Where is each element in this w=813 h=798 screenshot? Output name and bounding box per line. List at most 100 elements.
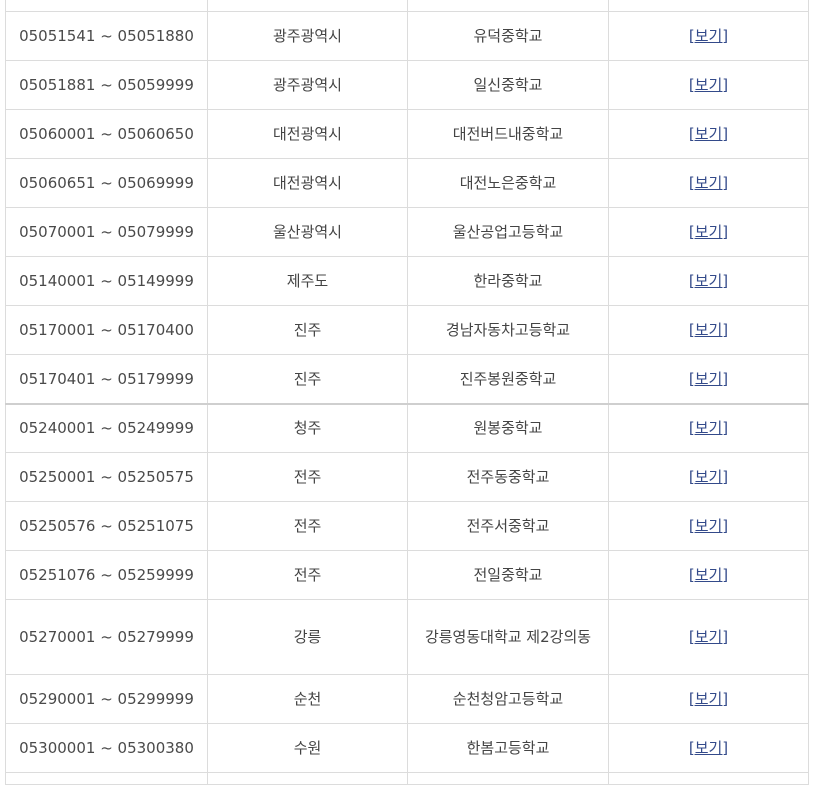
view-link[interactable]: [보기] [689,321,728,339]
region-cell: 제주도 [207,256,408,306]
table-row: 05270001 ~ 05279999 강릉 강릉영동대학교 제2강의동 [보기… [5,599,809,675]
school-cell: 순천청암고등학교 [407,674,609,724]
view-link[interactable]: [보기] [689,370,728,388]
region-cell: 대전광역시 [207,109,408,159]
school-cell: 전주서중학교 [407,501,609,551]
serial-range-cell: 05250576 ~ 05251075 [5,501,208,551]
serial-range-cell: 05300001 ~ 05300380 [5,723,208,773]
view-cell: [보기] [608,11,809,61]
view-link[interactable]: [보기] [689,468,728,486]
table-cell [5,772,208,785]
table-row: 05170001 ~ 05170400 진주 경남자동차고등학교 [보기] [5,305,809,355]
school-cell: 한라중학교 [407,256,609,306]
view-link[interactable]: [보기] [689,27,728,45]
serial-range-cell: 05170401 ~ 05179999 [5,354,208,405]
region-cell: 광주광역시 [207,11,408,61]
serial-range-table: 05051541 ~ 05051880 광주광역시 유덕중학교 [보기] 050… [5,0,809,785]
view-link[interactable]: [보기] [689,739,728,757]
school-cell: 전일중학교 [407,550,609,600]
view-link[interactable]: [보기] [689,223,728,241]
view-cell: [보기] [608,550,809,600]
school-cell: 울산공업고등학교 [407,207,609,257]
table-row: 05060651 ~ 05069999 대전광역시 대전노은중학교 [보기] [5,158,809,208]
school-cell: 대전노은중학교 [407,158,609,208]
serial-range-cell: 05051881 ~ 05059999 [5,60,208,110]
table-row: 05300001 ~ 05300380 수원 한봄고등학교 [보기] [5,723,809,773]
region-cell: 진주 [207,305,408,355]
view-link[interactable]: [보기] [689,419,728,437]
view-link[interactable]: [보기] [689,174,728,192]
table-row: 05250001 ~ 05250575 전주 전주동중학교 [보기] [5,452,809,502]
table-row: 05060001 ~ 05060650 대전광역시 대전버드내중학교 [보기] [5,109,809,159]
table-row: 05051881 ~ 05059999 광주광역시 일신중학교 [보기] [5,60,809,110]
region-cell: 전주 [207,452,408,502]
view-link[interactable]: [보기] [689,125,728,143]
view-link[interactable]: [보기] [689,566,728,584]
serial-range-cell: 05140001 ~ 05149999 [5,256,208,306]
view-cell: [보기] [608,403,809,453]
view-cell: [보기] [608,207,809,257]
table-row: 05170401 ~ 05179999 진주 진주봉원중학교 [보기] [5,354,809,405]
view-cell: [보기] [608,723,809,773]
school-cell: 강릉영동대학교 제2강의동 [407,599,609,675]
view-cell: [보기] [608,158,809,208]
region-cell: 청주 [207,403,408,453]
table-row: 05140001 ~ 05149999 제주도 한라중학교 [보기] [5,256,809,306]
view-link[interactable]: [보기] [689,76,728,94]
region-cell: 대전광역시 [207,158,408,208]
serial-range-cell: 05060001 ~ 05060650 [5,109,208,159]
view-link[interactable]: [보기] [689,690,728,708]
table-row-partial-bottom [5,772,809,785]
view-cell: [보기] [608,256,809,306]
region-cell: 전주 [207,550,408,600]
school-cell: 대전버드내중학교 [407,109,609,159]
view-cell: [보기] [608,674,809,724]
serial-range-cell: 05060651 ~ 05069999 [5,158,208,208]
serial-range-table-container: 05051541 ~ 05051880 광주광역시 유덕중학교 [보기] 050… [0,0,813,798]
table-row: 05240001 ~ 05249999 청주 원봉중학교 [보기] [5,403,809,453]
table-cell [407,772,609,785]
serial-range-cell: 05070001 ~ 05079999 [5,207,208,257]
table-cell [207,772,408,785]
view-cell: [보기] [608,305,809,355]
serial-range-cell: 05250001 ~ 05250575 [5,452,208,502]
view-cell: [보기] [608,109,809,159]
table-row: 05290001 ~ 05299999 순천 순천청암고등학교 [보기] [5,674,809,724]
view-link[interactable]: [보기] [689,517,728,535]
school-cell: 경남자동차고등학교 [407,305,609,355]
table-cell [5,0,208,12]
school-cell: 유덕중학교 [407,11,609,61]
school-cell: 한봄고등학교 [407,723,609,773]
view-cell: [보기] [608,501,809,551]
serial-range-cell: 05051541 ~ 05051880 [5,11,208,61]
serial-range-cell: 05290001 ~ 05299999 [5,674,208,724]
table-cell [207,0,408,12]
view-link[interactable]: [보기] [689,272,728,290]
table-row: 05051541 ~ 05051880 광주광역시 유덕중학교 [보기] [5,11,809,61]
view-cell: [보기] [608,599,809,675]
table-row: 05070001 ~ 05079999 울산광역시 울산공업고등학교 [보기] [5,207,809,257]
view-cell: [보기] [608,452,809,502]
view-link[interactable]: [보기] [689,628,728,646]
serial-range-cell: 05270001 ~ 05279999 [5,599,208,675]
serial-range-cell: 05170001 ~ 05170400 [5,305,208,355]
region-cell: 강릉 [207,599,408,675]
region-cell: 진주 [207,354,408,405]
region-cell: 전주 [207,501,408,551]
view-cell: [보기] [608,60,809,110]
region-cell: 광주광역시 [207,60,408,110]
region-cell: 울산광역시 [207,207,408,257]
table-row: 05250576 ~ 05251075 전주 전주서중학교 [보기] [5,501,809,551]
school-cell: 일신중학교 [407,60,609,110]
region-cell: 순천 [207,674,408,724]
table-row: 05251076 ~ 05259999 전주 전일중학교 [보기] [5,550,809,600]
table-row-partial-top [5,0,809,12]
table-cell [407,0,609,12]
serial-range-cell: 05240001 ~ 05249999 [5,403,208,453]
table-cell [608,0,809,12]
region-cell: 수원 [207,723,408,773]
serial-range-cell: 05251076 ~ 05259999 [5,550,208,600]
school-cell: 원봉중학교 [407,403,609,453]
view-cell: [보기] [608,354,809,405]
school-cell: 진주봉원중학교 [407,354,609,405]
